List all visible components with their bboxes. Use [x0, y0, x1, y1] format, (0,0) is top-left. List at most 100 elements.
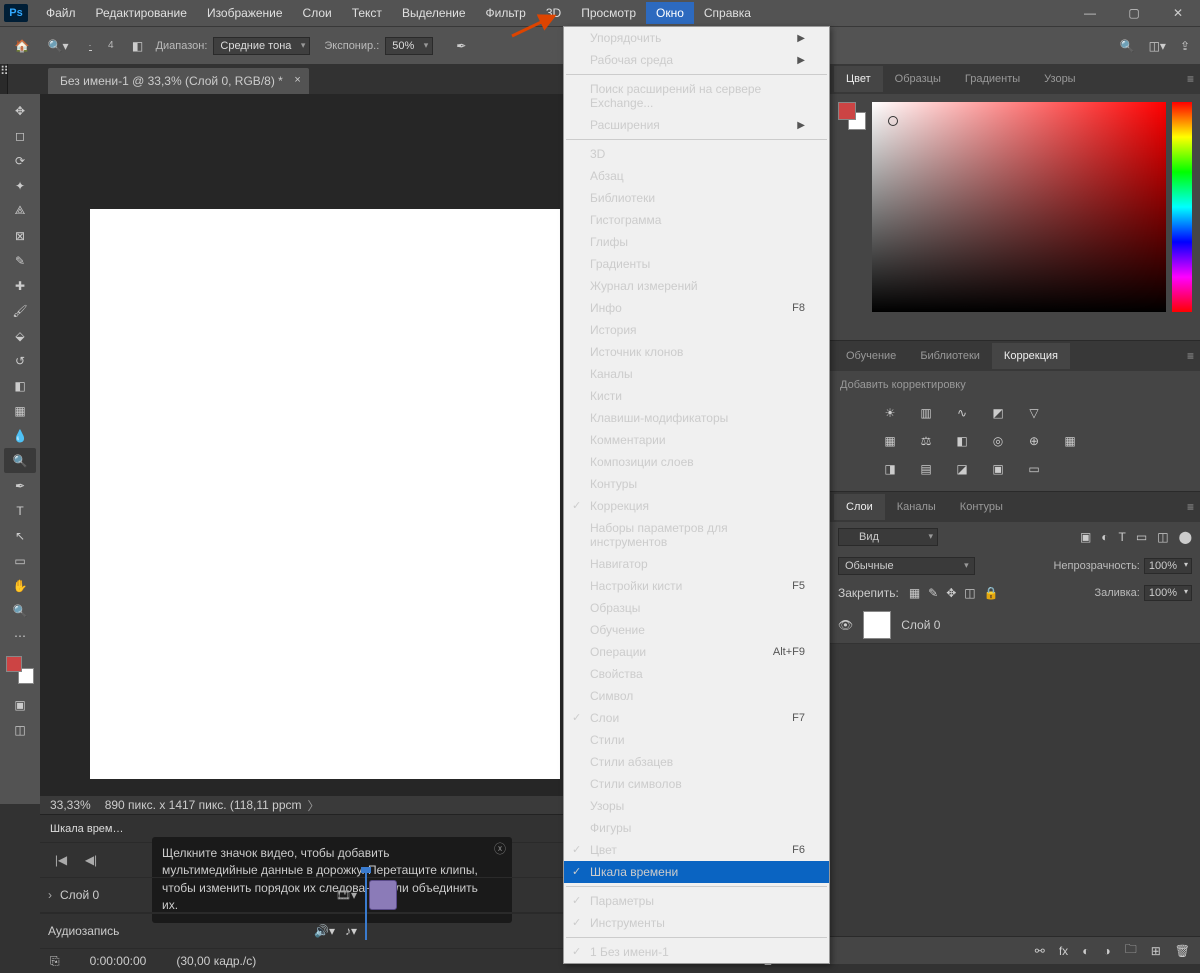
stamp-tool[interactable]: ⬙	[4, 323, 36, 348]
tab-layers[interactable]: Слои	[834, 494, 885, 520]
exposure-icon[interactable]: ◩	[988, 405, 1008, 421]
levels-icon[interactable]: ▥	[916, 405, 936, 421]
invert-icon[interactable]: ◨	[880, 461, 900, 477]
home-icon[interactable]: 🏠	[10, 34, 34, 58]
menu-текст[interactable]: Текст	[342, 2, 392, 24]
panel-menu-icon[interactable]: ≡	[1187, 500, 1194, 514]
menu-item[interactable]: Образцы	[564, 597, 829, 619]
track-expand-icon[interactable]: ›	[48, 888, 52, 902]
balance-icon[interactable]: ⚖	[916, 433, 936, 449]
filter-adjust-icon[interactable]: ◐	[1101, 530, 1108, 544]
gradient-map-icon[interactable]: ▭	[1024, 461, 1044, 477]
menu-item[interactable]: ✓Коррекция	[564, 495, 829, 517]
menu-item[interactable]: ✓Шкала времени	[564, 861, 829, 883]
menu-изображение[interactable]: Изображение	[197, 2, 293, 24]
delete-icon[interactable]: 🗑	[1175, 944, 1190, 958]
menu-item[interactable]: Свойства	[564, 663, 829, 685]
menu-окно[interactable]: Окно	[646, 2, 694, 24]
prev-frame-button[interactable]: ◀|	[80, 849, 102, 871]
history-brush-tool[interactable]: ↺	[4, 348, 36, 373]
fx-icon[interactable]: fx	[1059, 944, 1068, 958]
panel-handle[interactable]: ⠿	[0, 64, 8, 94]
frame-tool[interactable]: ⊠	[4, 223, 36, 248]
menu-item[interactable]: ✓ЦветF6	[564, 839, 829, 861]
pen-tool[interactable]: ✒	[4, 473, 36, 498]
tab-patterns[interactable]: Узоры	[1032, 66, 1087, 92]
menu-item[interactable]: Глифы	[564, 231, 829, 253]
menu-слои[interactable]: Слои	[293, 2, 342, 24]
tablet-pressure-icon[interactable]: ◧	[124, 32, 152, 60]
blur-tool[interactable]: 💧	[4, 423, 36, 448]
workspace-switcher-icon[interactable]: ◫▾	[1149, 39, 1166, 53]
brush-tool[interactable]: 🖌	[4, 298, 36, 323]
brightness-icon[interactable]: ☀	[880, 405, 900, 421]
filter-smart-icon[interactable]: ◫	[1157, 530, 1168, 544]
menu-item[interactable]: Градиенты	[564, 253, 829, 275]
maximize-button[interactable]: ▢	[1112, 0, 1156, 26]
timeline-menu-icon[interactable]: ⎘	[50, 954, 60, 969]
menu-item[interactable]: ✓Инструменты	[564, 912, 829, 934]
dodge-tool[interactable]: 🔍	[4, 448, 36, 473]
menu-item[interactable]: Гистограмма	[564, 209, 829, 231]
screenmode-tool[interactable]: ◫	[4, 717, 36, 742]
menu-item[interactable]: ИнфоF8	[564, 297, 829, 319]
lock-move-icon[interactable]: ✥	[946, 586, 956, 600]
tab-color[interactable]: Цвет	[834, 66, 883, 92]
menu-item[interactable]: Контуры	[564, 473, 829, 495]
menu-справка[interactable]: Справка	[694, 2, 761, 24]
menu-item[interactable]: Рабочая среда▶	[564, 49, 829, 71]
lookup-icon[interactable]: ▦	[1060, 433, 1080, 449]
mixer-icon[interactable]: ⊕	[1024, 433, 1044, 449]
bw-icon[interactable]: ◧	[952, 433, 972, 449]
healing-tool[interactable]: ✚	[4, 273, 36, 298]
close-tab-icon[interactable]: ×	[294, 74, 300, 86]
layer-filter-select[interactable]: Вид	[838, 528, 938, 546]
menu-item[interactable]: Настройки кистиF5	[564, 575, 829, 597]
canvas[interactable]	[90, 209, 560, 779]
lock-all-icon[interactable]: 🔒	[984, 586, 999, 600]
menu-фильтр[interactable]: Фильтр	[476, 2, 536, 24]
mask-icon[interactable]: ◐	[1082, 944, 1089, 958]
first-frame-button[interactable]: |◀	[50, 849, 72, 871]
menu-редактирование[interactable]: Редактирование	[86, 2, 197, 24]
speaker-icon[interactable]: 🔊▾	[314, 924, 335, 938]
gradient-tool[interactable]: ▦	[4, 398, 36, 423]
share-icon[interactable]: ⇪	[1180, 39, 1190, 53]
menu-item[interactable]: Поиск расширений на сервере Exchange...	[564, 78, 829, 114]
tab-adjustments[interactable]: Коррекция	[992, 343, 1070, 369]
menu-item[interactable]: Обучение	[564, 619, 829, 641]
lock-artboard-icon[interactable]: ◫	[964, 586, 975, 600]
zoom-tool[interactable]: 🔍	[4, 598, 36, 623]
brush-preset-icon[interactable]: ·	[76, 32, 104, 60]
type-tool[interactable]: T	[4, 498, 36, 523]
menu-item[interactable]: 3D	[564, 143, 829, 165]
playhead[interactable]	[365, 873, 367, 940]
shape-tool[interactable]: ▭	[4, 548, 36, 573]
filter-shape-icon[interactable]: ▭	[1136, 530, 1147, 544]
menu-item[interactable]: ОперацииAlt+F9	[564, 641, 829, 663]
more-tools[interactable]: ⋯	[4, 623, 36, 648]
lasso-tool[interactable]: ⟳	[4, 148, 36, 173]
menu-3d[interactable]: 3D	[536, 2, 571, 24]
menu-item[interactable]: Стили	[564, 729, 829, 751]
quick-select-tool[interactable]: ✦	[4, 173, 36, 198]
filter-type-icon[interactable]: T	[1119, 530, 1126, 544]
new-layer-icon[interactable]: ⊞	[1151, 944, 1161, 958]
move-tool[interactable]: ✥	[4, 98, 36, 123]
menu-item[interactable]: Наборы параметров для инструментов	[564, 517, 829, 553]
menu-item[interactable]: Кисти	[564, 385, 829, 407]
menu-файл[interactable]: Файл	[36, 2, 86, 24]
menu-item[interactable]: История	[564, 319, 829, 341]
clip[interactable]	[369, 880, 397, 910]
airbrush-icon[interactable]: ✒	[447, 32, 475, 60]
tab-learn[interactable]: Обучение	[834, 343, 908, 369]
tab-paths[interactable]: Контуры	[948, 494, 1015, 520]
blend-mode-select[interactable]: Обычные	[838, 557, 975, 575]
group-icon[interactable]: 🗀	[1125, 940, 1137, 961]
eraser-tool[interactable]: ◧	[4, 373, 36, 398]
menu-item[interactable]: Стили символов	[564, 773, 829, 795]
marquee-tool[interactable]: ◻	[4, 123, 36, 148]
path-select-tool[interactable]: ↖	[4, 523, 36, 548]
panel-menu-icon[interactable]: ≡	[1187, 72, 1194, 86]
menu-item[interactable]: Стили абзацев	[564, 751, 829, 773]
